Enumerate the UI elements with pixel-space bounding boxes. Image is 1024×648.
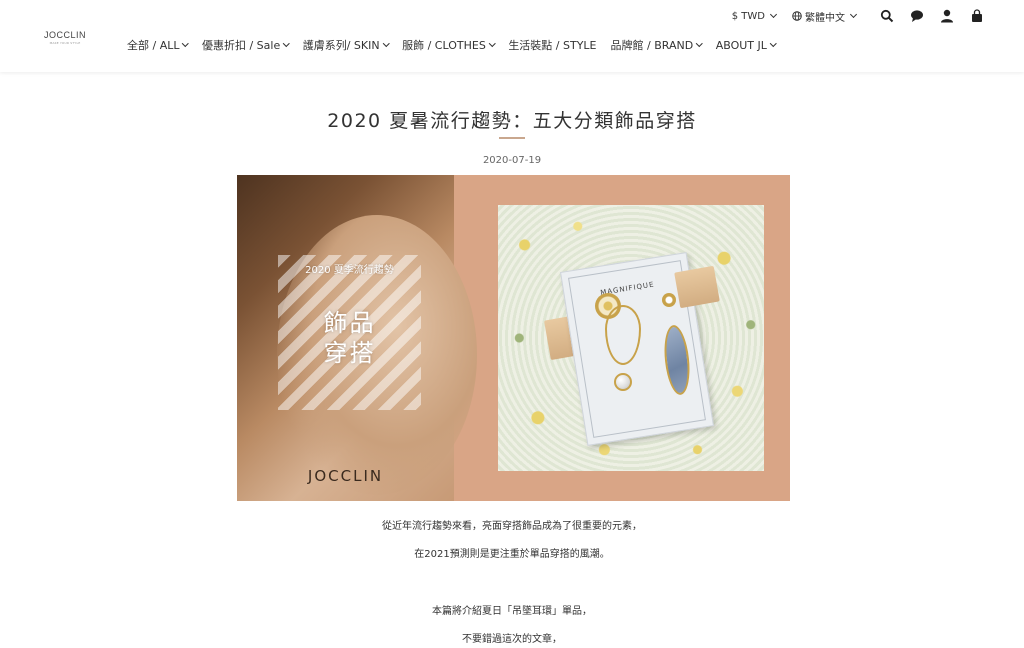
logo-brand: JOCCLIN bbox=[44, 30, 87, 40]
chevron-down-icon bbox=[696, 40, 703, 47]
nav-item-label: 護膚系列/ SKIN bbox=[302, 39, 380, 52]
chevron-down-icon bbox=[283, 40, 290, 47]
nav-item-brand[interactable]: 品牌館 / BRAND bbox=[610, 37, 703, 53]
globe-icon bbox=[792, 11, 802, 21]
chevron-down-icon bbox=[769, 40, 777, 47]
nav-item-label: 生活裝點 / STYLE bbox=[508, 39, 597, 52]
logo-tagline: MAKE YOUR STYLE bbox=[49, 41, 81, 45]
article-paragraph: 本篇將介紹夏日「吊墜耳環」單品， bbox=[432, 606, 592, 617]
banner-headline: 飾品 穿搭 bbox=[278, 308, 421, 368]
nav-item-label: 品牌館 / BRAND bbox=[610, 39, 694, 52]
article-banner-image: 2020 夏季流行趨勢 飾品 穿搭 JOCCLIN MAGNIFIQUE bbox=[237, 175, 790, 501]
nav-item-label: 服飾 / CLOTHES bbox=[402, 39, 486, 52]
nav-item-all[interactable]: 全部 / ALL bbox=[127, 37, 189, 53]
chevron-down-icon bbox=[382, 40, 390, 47]
currency-selector[interactable]: $ TWD bbox=[731, 10, 778, 22]
wood-block bbox=[674, 265, 720, 309]
banner-logo: JOCCLIN bbox=[307, 467, 384, 485]
banner-photo-model: 2020 夏季流行趨勢 飾品 穿搭 JOCCLIN bbox=[237, 175, 477, 501]
nav-item-label: 全部 / ALL bbox=[127, 39, 180, 52]
banner-subtitle: 2020 夏季流行趨勢 bbox=[305, 265, 394, 276]
site-logo[interactable]: JOCCLIN MAKE YOUR STYLE bbox=[44, 30, 86, 45]
nav-item-label: ABOUT JL bbox=[715, 38, 767, 52]
banner-headline-line1: 飾品 bbox=[323, 309, 376, 337]
nav-item-style[interactable]: 生活裝點 / STYLE bbox=[508, 37, 596, 53]
nav-item-label: 優惠折扣 / Sale bbox=[201, 39, 281, 52]
language-selector[interactable]: 繁體中文 bbox=[792, 9, 858, 24]
article-title: 2020 夏暑流行趨勢：五大分類飾品穿搭 bbox=[327, 110, 697, 132]
nav-item-skin[interactable]: 護膚系列/ SKIN bbox=[302, 37, 390, 53]
chevron-down-icon bbox=[769, 10, 778, 19]
earring-stud bbox=[662, 293, 676, 307]
chat-icon[interactable] bbox=[910, 9, 924, 23]
article-paragraph: 從近年流行趨勢來看，亮面穿搭飾品成為了很重要的元素， bbox=[382, 521, 642, 532]
main-nav: 全部 / ALL 優惠折扣 / Sale 護膚系列/ SKIN 服飾 / CLO… bbox=[127, 37, 789, 53]
chevron-down-icon bbox=[182, 40, 189, 47]
nav-item-clothes[interactable]: 服飾 / CLOTHES bbox=[402, 37, 496, 53]
article-date: 2020-07-19 bbox=[482, 155, 542, 166]
earring-pearl bbox=[614, 373, 632, 391]
site-header: JOCCLIN MAKE YOUR STYLE $ TWD 繁體中文 全部 / … bbox=[0, 0, 1024, 72]
chevron-down-icon bbox=[849, 10, 858, 19]
chevron-down-icon bbox=[488, 40, 496, 47]
top-utility-bar: $ TWD 繁體中文 bbox=[732, 8, 984, 24]
nav-item-sale[interactable]: 優惠折扣 / Sale bbox=[201, 37, 290, 53]
cart-icon[interactable] bbox=[970, 9, 984, 23]
banner-headline-line2: 穿搭 bbox=[323, 339, 376, 367]
language-label: 繁體中文 bbox=[805, 12, 845, 24]
user-icon[interactable] bbox=[940, 9, 954, 23]
article-paragraph: 在2021預測則是更注重於單品穿搭的風潮。 bbox=[414, 549, 610, 560]
article-paragraph: 不要錯過這次的文章， bbox=[462, 634, 562, 645]
search-icon[interactable] bbox=[880, 9, 894, 23]
nav-item-about[interactable]: ABOUT JL bbox=[715, 37, 777, 53]
currency-label: $ TWD bbox=[731, 10, 765, 22]
title-divider bbox=[499, 137, 525, 139]
